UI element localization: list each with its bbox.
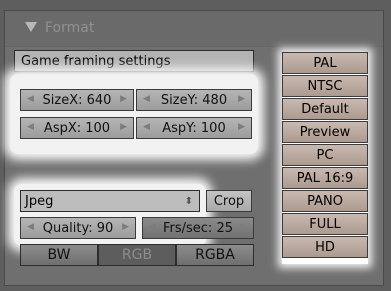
increment-icon[interactable]: ▶ [238, 94, 245, 104]
preset-preview-label: Preview [299, 124, 351, 140]
color-mode-rgba-label: RGBA [195, 247, 235, 263]
increment-icon[interactable]: ▶ [122, 222, 129, 232]
quality-field[interactable]: ◀ Quality: 90 ▶ [20, 217, 136, 239]
increment-icon[interactable]: ▶ [120, 94, 127, 104]
preset-ntsc[interactable]: NTSC [282, 75, 368, 97]
preset-pal-16-9-label: PAL 16:9 [296, 170, 354, 186]
increment-icon[interactable]: ▶ [240, 222, 247, 232]
preset-hd[interactable]: HD [282, 236, 368, 258]
increment-icon[interactable]: ▶ [238, 122, 245, 132]
size-x-label: SizeX: 640 [42, 92, 112, 108]
color-mode-bw-label: BW [47, 247, 71, 263]
color-mode-rgba[interactable]: RGBA [176, 244, 254, 266]
crop-button[interactable]: Crop [206, 190, 252, 212]
preset-default[interactable]: Default [282, 98, 368, 120]
decrement-icon[interactable]: ◀ [27, 122, 34, 132]
preset-pano[interactable]: PANO [282, 190, 368, 212]
presets-column: PAL NTSC Default Preview PC PAL 16:9 PAN… [282, 52, 368, 264]
preset-hd-label: HD [315, 239, 335, 255]
decrement-icon[interactable]: ◀ [143, 94, 150, 104]
color-mode-bw[interactable]: BW [20, 244, 98, 266]
size-aspect-highlight [10, 74, 258, 154]
preset-pc[interactable]: PC [282, 144, 368, 166]
game-framing-settings-label: Game framing settings [21, 53, 171, 69]
up-down-arrows-icon: ⬍ [184, 195, 193, 207]
game-framing-settings-field[interactable]: Game framing settings [14, 50, 254, 72]
color-mode-rgb[interactable]: RGB [98, 244, 176, 266]
preset-pal-label: PAL [313, 55, 337, 71]
size-y-label: SizeY: 480 [160, 92, 228, 108]
preset-pano-label: PANO [307, 193, 343, 209]
format-select-value: Jpeg [25, 193, 54, 209]
preset-preview[interactable]: Preview [282, 121, 368, 143]
preset-pal[interactable]: PAL [282, 52, 368, 74]
increment-icon[interactable]: ▶ [120, 122, 127, 132]
collapse-triangle-icon[interactable] [25, 22, 37, 32]
panel-title: Format [45, 20, 95, 36]
asp-x-field[interactable]: ◀ AspX: 100 ▶ [20, 117, 134, 139]
decrement-icon[interactable]: ◀ [27, 94, 34, 104]
decrement-icon[interactable]: ◀ [143, 122, 150, 132]
preset-pal-16-9[interactable]: PAL 16:9 [282, 167, 368, 189]
preset-full-label: FULL [309, 216, 341, 232]
format-select[interactable]: Jpeg ⬍ [20, 190, 200, 212]
asp-x-label: AspX: 100 [43, 120, 111, 136]
quality-label: Quality: 90 [42, 220, 114, 236]
asp-y-label: AspY: 100 [162, 120, 226, 136]
preset-pc-label: PC [316, 147, 334, 163]
size-y-field[interactable]: ◀ SizeY: 480 ▶ [136, 89, 252, 111]
panel-header[interactable]: Format [5, 11, 383, 47]
frs-sec-field[interactable]: ◀ Frs/sec: 25 ▶ [142, 217, 254, 239]
decrement-icon[interactable]: ◀ [27, 222, 34, 232]
size-x-field[interactable]: ◀ SizeX: 640 ▶ [20, 89, 134, 111]
frs-sec-label: Frs/sec: 25 [162, 220, 233, 236]
preset-ntsc-label: NTSC [307, 78, 343, 94]
color-mode-rgb-label: RGB [121, 247, 153, 263]
preset-full[interactable]: FULL [282, 213, 368, 235]
preset-default-label: Default [301, 101, 349, 117]
decrement-icon[interactable]: ◀ [149, 222, 156, 232]
asp-y-field[interactable]: ◀ AspY: 100 ▶ [136, 117, 252, 139]
crop-label: Crop [213, 193, 245, 209]
